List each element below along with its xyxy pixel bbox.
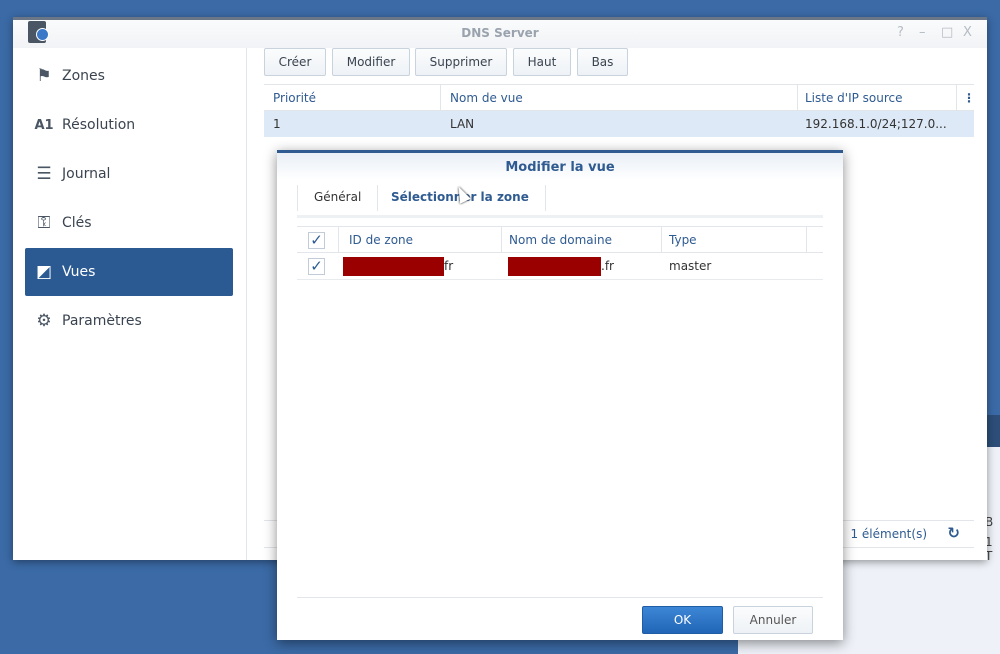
column-header-zone-id[interactable]: ID de zone bbox=[349, 233, 413, 247]
sidebar-item-label: Zones bbox=[62, 68, 105, 84]
table-row[interactable]: ✓ fr .fr master bbox=[297, 253, 823, 280]
dialog-footer-divider bbox=[297, 597, 823, 598]
refresh-icon[interactable]: ↻ bbox=[947, 524, 960, 542]
column-header-source-ips[interactable]: Liste d'IP source bbox=[805, 91, 903, 105]
close-icon[interactable]: X bbox=[963, 25, 972, 40]
redacted-zone-id bbox=[343, 257, 444, 276]
modify-view-dialog: Modifier la vue Général Sélectionner la … bbox=[277, 150, 843, 640]
flag-icon: ⚑ bbox=[36, 66, 52, 86]
sidebar-item-label: Résolution bbox=[62, 117, 136, 133]
priority-cell: 1 bbox=[273, 117, 281, 131]
sidebar-item-label: Vues bbox=[62, 264, 96, 280]
zone-grid-header: ✓ ID de zone Nom de domaine Type bbox=[297, 226, 823, 253]
minimize-icon[interactable]: – bbox=[919, 25, 926, 40]
background-text: 1 T bbox=[985, 535, 993, 563]
maximize-icon[interactable]: □ bbox=[941, 25, 953, 40]
sidebar-item-label: Journal bbox=[62, 166, 111, 182]
column-divider bbox=[338, 227, 339, 252]
column-divider bbox=[440, 85, 441, 110]
source-ip-cell: 192.168.1.0/24;127.0... bbox=[805, 117, 947, 131]
delete-button[interactable]: Supprimer bbox=[415, 48, 507, 76]
column-divider bbox=[661, 227, 662, 252]
sidebar-item-keys[interactable]: ⚿ Clés bbox=[25, 199, 233, 247]
column-header-priority[interactable]: Priorité bbox=[273, 91, 316, 105]
views-grid-header: Priorité Nom de vue Liste d'IP source ⋮ bbox=[264, 84, 975, 111]
column-divider bbox=[956, 85, 957, 110]
cancel-button[interactable]: Annuler bbox=[733, 606, 813, 634]
redacted-domain bbox=[508, 257, 601, 276]
column-header-domain-name[interactable]: Nom de domaine bbox=[509, 233, 612, 247]
ok-button[interactable]: OK bbox=[642, 606, 723, 634]
sidebar-item-journal[interactable]: ☰ Journal bbox=[25, 150, 233, 198]
gear-icon: ⚙ bbox=[36, 311, 52, 331]
sidebar-item-label: Clés bbox=[62, 215, 92, 231]
up-button[interactable]: Haut bbox=[513, 48, 571, 76]
column-divider bbox=[501, 227, 502, 252]
down-button[interactable]: Bas bbox=[577, 48, 628, 76]
column-header-view-name[interactable]: Nom de vue bbox=[450, 91, 523, 105]
help-icon[interactable]: ? bbox=[897, 25, 904, 40]
column-divider bbox=[806, 227, 807, 252]
sidebar-item-views[interactable]: ◩ Vues bbox=[25, 248, 233, 296]
tab-general[interactable]: Général bbox=[297, 185, 379, 211]
log-icon: ☰ bbox=[36, 164, 52, 184]
table-row[interactable]: 1 LAN 192.168.1.0/24;127.0... bbox=[264, 111, 974, 137]
type-cell: master bbox=[669, 259, 712, 273]
create-button[interactable]: Créer bbox=[264, 48, 326, 76]
sidebar-item-settings[interactable]: ⚙ Paramètres bbox=[25, 297, 233, 345]
dialog-title: Modifier la vue bbox=[277, 153, 843, 180]
views-icon: ◩ bbox=[35, 262, 53, 282]
column-menu-icon[interactable]: ⋮ bbox=[963, 91, 975, 105]
sidebar-item-zones[interactable]: ⚑ Zones bbox=[25, 52, 233, 100]
domain-name-cell: .fr bbox=[601, 259, 614, 273]
select-all-checkbox[interactable]: ✓ bbox=[308, 232, 325, 249]
sidebar-item-resolution[interactable]: A1 Résolution bbox=[25, 101, 233, 149]
column-divider bbox=[797, 85, 798, 110]
zone-id-cell: fr bbox=[444, 259, 454, 273]
column-header-type[interactable]: Type bbox=[669, 233, 697, 247]
view-name-cell: LAN bbox=[450, 117, 475, 131]
sidebar: ⚑ Zones A1 Résolution ☰ Journal ⚿ Clés ◩ Vues… bbox=[13, 48, 247, 560]
row-checkbox[interactable]: ✓ bbox=[308, 258, 325, 275]
tab-underline bbox=[297, 215, 823, 218]
title-bar[interactable]: DNS Server ? – □ X bbox=[13, 20, 987, 48]
sidebar-item-label: Paramètres bbox=[62, 313, 142, 329]
key-icon: ⚿ bbox=[37, 213, 51, 233]
window-title: DNS Server bbox=[461, 26, 539, 40]
resolution-icon: A1 bbox=[34, 117, 54, 133]
modify-button[interactable]: Modifier bbox=[332, 48, 410, 76]
item-count: 1 élément(s) bbox=[850, 527, 927, 541]
